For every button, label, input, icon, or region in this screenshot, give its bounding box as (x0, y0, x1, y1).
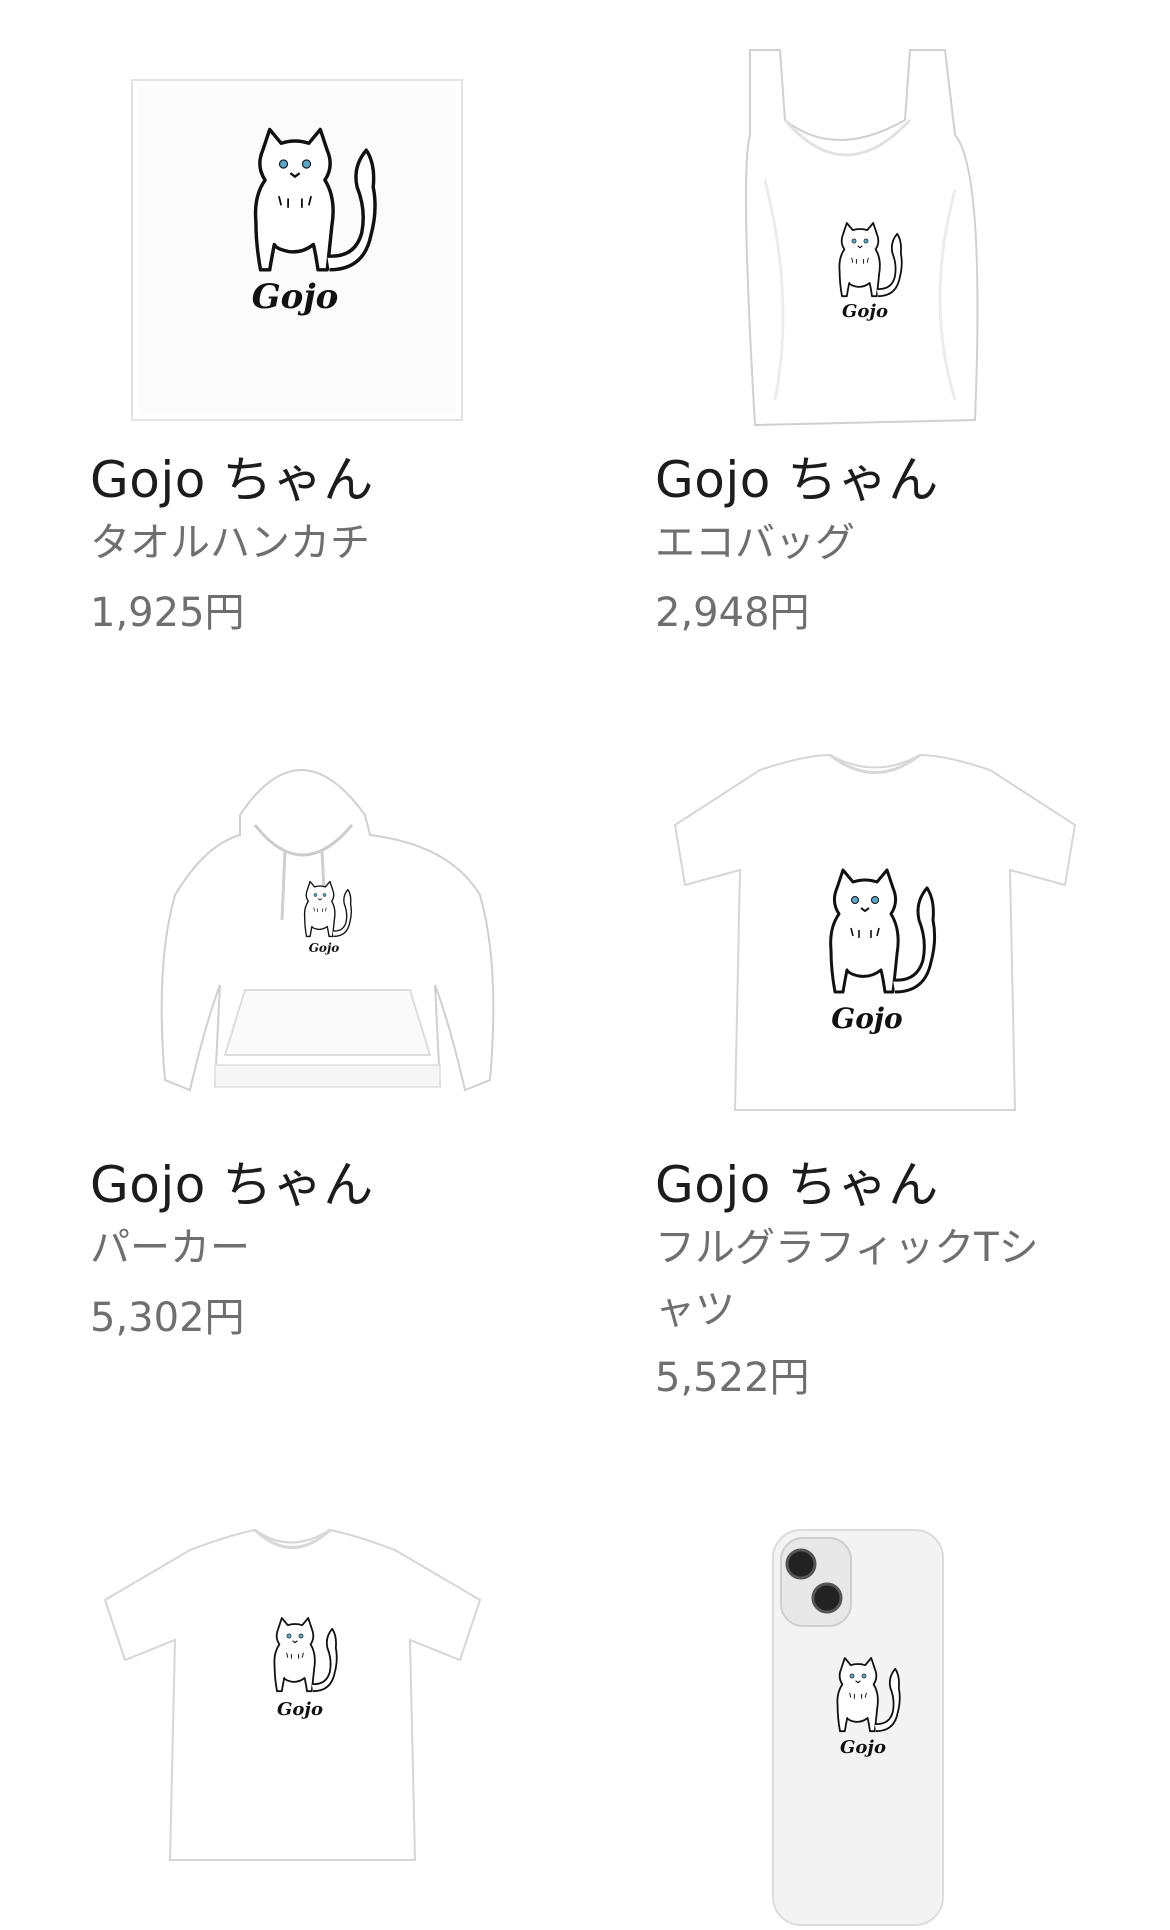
gojo-logo: Gojo (840, 1737, 886, 1758)
product-title[interactable]: Gojo ちゃん (655, 440, 939, 512)
product-price: 5,302円 (90, 1295, 245, 1341)
eco-bag-icon: Gojo (745, 49, 979, 427)
hoodie-image[interactable]: Gojo (90, 745, 570, 1165)
towel-handkerchief-image[interactable]: Gojo (90, 40, 570, 460)
smartphone-case-icon: Gojo (772, 1529, 944, 1926)
full-graphic-tshirt-icon: Gojo (673, 753, 1077, 1111)
product-grid: Gojo Gojo ちゃん タオルハンカチ 1,925円 Gojo Gojo ち… (0, 0, 1170, 1926)
product-category: タオルハンカチ (90, 520, 370, 566)
tshirt-icon: Gojo (103, 1528, 482, 1861)
gojo-logo: Gojo (831, 1002, 902, 1035)
full-graphic-tshirt-image[interactable]: Gojo (655, 745, 1135, 1165)
product-category: パーカー (90, 1225, 250, 1271)
gojo-logo: Gojo (252, 277, 339, 317)
hoodie-icon: Gojo (160, 769, 495, 1092)
gojo-logo: Gojo (309, 941, 340, 955)
product-price: 1,925円 (90, 590, 245, 636)
product-category: エコバッグ (655, 520, 855, 566)
gojo-logo: Gojo (842, 301, 888, 322)
product-price: 5,522円 (655, 1355, 810, 1401)
product-price: 2,948円 (655, 590, 810, 636)
product-title[interactable]: Gojo ちゃん (655, 1145, 939, 1217)
towel-handkerchief-icon: Gojo (131, 79, 463, 421)
product-title[interactable]: Gojo ちゃん (90, 1145, 374, 1217)
product-title[interactable]: Gojo ちゃん (90, 440, 374, 512)
smartphone-case-image[interactable]: Gojo (655, 1510, 1135, 1930)
product-category: フルグラフィックTシャツ (655, 1225, 1039, 1333)
eco-bag-image[interactable]: Gojo (655, 40, 1135, 460)
tshirt-image[interactable]: Gojo (90, 1510, 570, 1930)
gojo-logo: Gojo (277, 1699, 323, 1720)
